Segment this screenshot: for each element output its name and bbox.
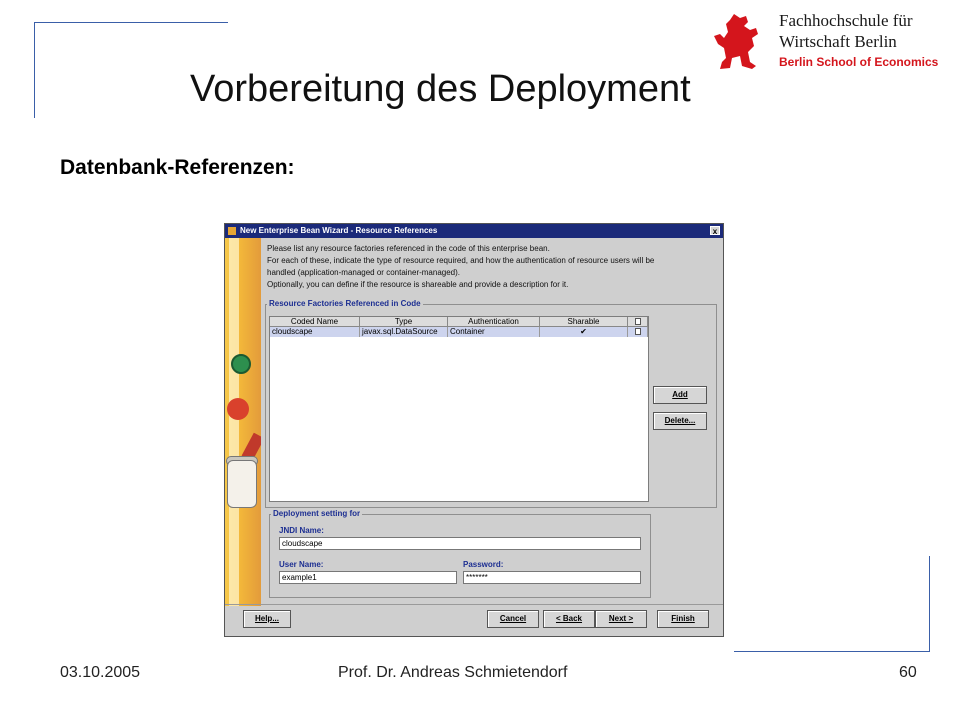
footer-author: Prof. Dr. Andreas Schmietendorf (338, 664, 568, 681)
ball-icon (227, 398, 249, 420)
deployment-settings-group (269, 514, 651, 598)
logo-line-1: Fachhochschule für (779, 11, 913, 30)
instruction-line-3: handled (application-managed or containe… (267, 268, 461, 277)
finish-button[interactable]: Finish (657, 610, 709, 628)
column-header-description[interactable] (628, 317, 648, 327)
cell-description[interactable] (628, 327, 648, 337)
close-icon[interactable]: x (710, 226, 720, 236)
column-header-sharable[interactable]: Sharable (540, 317, 628, 327)
berlin-bear-icon (714, 14, 758, 69)
user-name-label: User Name: (279, 560, 324, 569)
globe-icon (231, 354, 251, 374)
next-button[interactable]: Next > (595, 610, 647, 628)
university-logo: Fachhochschule für Wirtschaft Berlin Ber… (712, 8, 952, 72)
frame-top-left-vertical (34, 22, 35, 118)
wizard-dialog: New Enterprise Bean Wizard - Resource Re… (224, 223, 724, 637)
frame-top-left-horizontal (34, 22, 228, 23)
cell-type[interactable]: javax.sql.DataSource (360, 327, 448, 337)
user-name-input[interactable]: example1 (279, 571, 457, 584)
document-icon (634, 328, 641, 335)
instruction-line-2: For each of these, indicate the type of … (267, 256, 655, 265)
instruction-line-4: Optionally, you can define if the resour… (267, 280, 569, 289)
instruction-line-1: Please list any resource factories refer… (267, 244, 550, 253)
logo-line-3: Berlin School of Economics (779, 55, 939, 69)
slide-title: Vorbereitung des Deployment (190, 68, 691, 110)
cell-coded-name[interactable]: cloudscape (270, 327, 360, 337)
password-input[interactable]: ******* (463, 571, 641, 584)
slide-subtitle: Datenbank-Referenzen: (60, 156, 295, 179)
button-bar-separator (225, 604, 723, 605)
illustration-stripe (229, 238, 239, 606)
footer-date: 03.10.2005 (60, 664, 141, 681)
column-header-type[interactable]: Type (360, 317, 448, 327)
dialog-title: New Enterprise Bean Wizard - Resource Re… (240, 226, 438, 235)
resource-table[interactable]: Coded Name Type Authentication Sharable … (269, 316, 649, 502)
frame-bottom-right-vertical (929, 556, 930, 652)
add-button[interactable]: Add (653, 386, 707, 404)
page-number: 60 (899, 664, 917, 681)
password-label: Password: (463, 560, 504, 569)
cell-authentication[interactable]: Container (448, 327, 540, 337)
document-icon (634, 318, 641, 325)
frame-bottom-right-horizontal (734, 651, 930, 652)
table-row[interactable]: cloudscape javax.sql.DataSource Containe… (270, 327, 648, 337)
dialog-titlebar: New Enterprise Bean Wizard - Resource Re… (225, 224, 723, 238)
delete-button[interactable]: Delete... (653, 412, 707, 430)
cancel-button[interactable]: Cancel (487, 610, 539, 628)
help-button[interactable]: Help... (243, 610, 291, 628)
column-header-authentication[interactable]: Authentication (448, 317, 540, 327)
back-button[interactable]: < Back (543, 610, 595, 628)
deployment-settings-label: Deployment setting for (271, 509, 363, 518)
jar-icon (227, 460, 257, 508)
wizard-illustration (225, 238, 261, 606)
resource-factories-label: Resource Factories Referenced in Code (267, 299, 423, 308)
jndi-name-label: JNDI Name: (279, 526, 324, 535)
logo-line-2: Wirtschaft Berlin (779, 32, 897, 51)
app-icon (228, 227, 236, 235)
sharable-checkbox[interactable]: ✔ (540, 327, 628, 337)
jndi-name-input[interactable]: cloudscape (279, 537, 641, 550)
column-header-coded-name[interactable]: Coded Name (270, 317, 360, 327)
